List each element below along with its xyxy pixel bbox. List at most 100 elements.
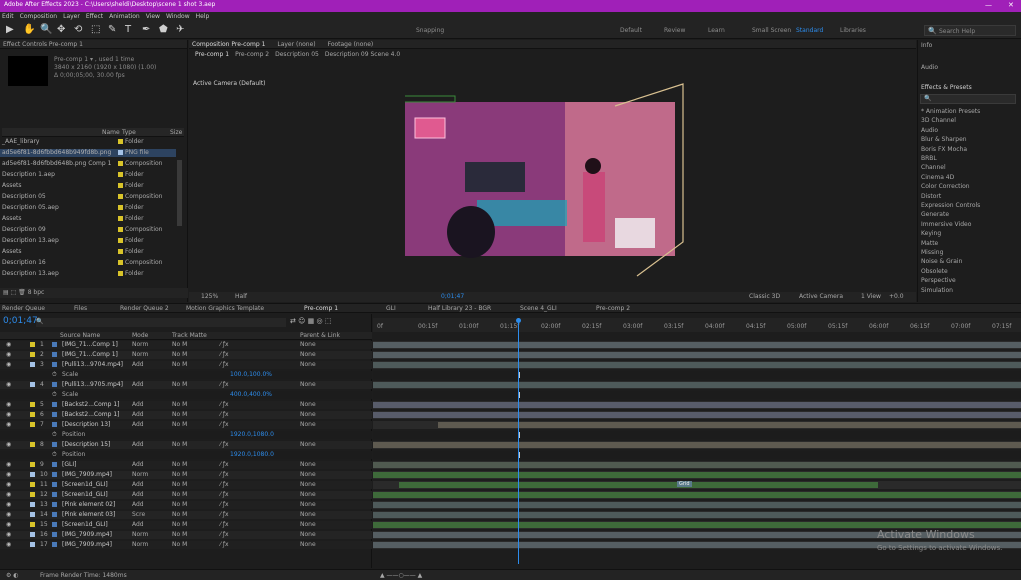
layer-duration-bar[interactable] (437, 422, 1021, 428)
project-list-item[interactable]: Description 1.aep Folder (0, 171, 176, 179)
type-tool-icon[interactable]: T (125, 24, 131, 36)
column-mode[interactable]: Mode (132, 332, 148, 339)
visibility-eye-icon[interactable]: ◉ (6, 421, 11, 428)
visibility-eye-icon[interactable]: ◉ (6, 401, 11, 408)
info-panel-tab[interactable]: Info (921, 42, 932, 49)
layer-track-matte[interactable]: No M (172, 501, 187, 508)
layer-track-matte[interactable]: No M (172, 381, 187, 388)
composition-viewer[interactable] (405, 82, 685, 282)
layer-row[interactable]: ◉ 17 [IMG_7909.mp4] Norm No M ⁄ ƒx None (0, 541, 372, 549)
layer-mode-dropdown[interactable]: Norm (132, 351, 148, 358)
layer-name[interactable]: [Pulli13...9705.mp4] (62, 381, 123, 388)
project-list-item[interactable]: Assets Folder (0, 182, 176, 190)
layer-parent-dropdown[interactable]: None (300, 441, 316, 448)
layer-track-matte[interactable]: No M (172, 521, 187, 528)
layer-row[interactable]: ◉ 1 [IMG_71...Comp 1] Norm No M ⁄ ƒx None (0, 341, 372, 349)
shy-icon[interactable]: ☺ (298, 317, 308, 325)
layer-parent-dropdown[interactable]: None (300, 381, 316, 388)
layer-name[interactable]: [IMG_71...Comp 1] (62, 341, 118, 348)
stamp-tool-icon[interactable]: ⬟ (159, 24, 168, 36)
brush-tool-icon[interactable]: ✒ (142, 24, 150, 36)
layer-bar-marker[interactable]: Grid (677, 481, 692, 487)
menu-item-window[interactable]: Window (166, 13, 190, 20)
zoom-dropdown[interactable]: 125% (201, 293, 218, 300)
playhead-handle[interactable] (516, 318, 521, 323)
project-list-item[interactable]: Description 13.aep Folder (0, 270, 176, 278)
layer-switches[interactable]: ⁄ ƒx (220, 361, 229, 368)
timeline-tab[interactable]: Scene 4_GLI (520, 305, 557, 312)
stopwatch-icon[interactable]: ⏱ (52, 371, 57, 379)
timeline-tab[interactable]: Pre-comp 1 (304, 305, 338, 312)
effects-category[interactable]: Noise & Grain (921, 258, 962, 265)
project-tab[interactable]: Effect Controls Pre-comp 1 (0, 40, 187, 49)
breadcrumb-item[interactable]: Pre-comp 2 (235, 51, 269, 58)
tab-layer[interactable]: Layer (none) (277, 41, 315, 48)
visibility-eye-icon[interactable]: ◉ (6, 501, 11, 508)
zoom-tool-icon[interactable]: 🔍 (40, 24, 52, 36)
effects-presets-tab[interactable]: Effects & Presets (921, 84, 972, 91)
layer-switches[interactable]: ⁄ ƒx (220, 491, 229, 498)
layer-name[interactable]: [GLI] (62, 461, 76, 468)
bpc-label[interactable]: 8 bpc (28, 289, 45, 296)
motion-blur-icon[interactable]: ◎ (316, 317, 324, 325)
layer-row[interactable]: ◉ 12 [Screen1d_GLI] Add No M ⁄ ƒx None (0, 491, 372, 499)
property-value[interactable]: 1920.0,1080.0 (230, 451, 274, 458)
layer-switches[interactable]: ⁄ ƒx (220, 461, 229, 468)
visibility-eye-icon[interactable]: ◉ (6, 541, 11, 548)
layer-row[interactable]: ◉ 11 [Screen1d_GLI] Add No M ⁄ ƒx None (0, 481, 372, 489)
effects-category[interactable]: Immersive Video (921, 221, 971, 228)
tab-composition[interactable]: Composition Pre-comp 1 (192, 41, 265, 48)
menu-item-effect[interactable]: Effect (86, 13, 103, 20)
layer-label-color[interactable] (30, 422, 35, 427)
project-scrollbar[interactable] (177, 160, 182, 226)
layer-mode-dropdown[interactable]: Add (132, 361, 144, 368)
timeline-timecode[interactable]: 0;01;47 (3, 316, 38, 326)
menu-item-layer[interactable]: Layer (63, 13, 80, 20)
trash-icon[interactable]: 🗑 (18, 289, 28, 296)
visibility-eye-icon[interactable]: ◉ (6, 361, 11, 368)
layer-switches[interactable]: ⁄ ƒx (220, 401, 229, 408)
zoom-slider[interactable]: ▲ ——○—— ▲ (380, 572, 422, 579)
timeline-tab[interactable]: GLI (386, 305, 396, 312)
layer-name[interactable]: [IMG_71...Comp 1] (62, 351, 118, 358)
layer-track-matte[interactable]: No M (172, 491, 187, 498)
layer-name[interactable]: [IMG_7909.mp4] (62, 531, 112, 538)
workspace-review[interactable]: Review (664, 27, 685, 34)
workspace-standard[interactable]: Standard (796, 27, 823, 34)
timeline-tab[interactable]: Half Library 23 - BGR (428, 305, 491, 312)
layer-duration-bar[interactable] (373, 492, 1021, 498)
layer-parent-dropdown[interactable]: None (300, 491, 316, 498)
timeline-search-input[interactable]: 🔍 (36, 318, 286, 327)
breadcrumb-item[interactable]: Description 05 (275, 51, 319, 58)
project-list-item[interactable]: ad5e6f81-8d6fbbd648b.png Comp 1 Compositi… (0, 160, 176, 168)
layer-switches[interactable]: ⁄ ƒx (220, 501, 229, 508)
layer-duration-bar[interactable] (373, 472, 1021, 478)
layer-track-matte[interactable]: No M (172, 541, 187, 548)
layer-mode-dropdown[interactable]: Add (132, 411, 144, 418)
layer-label-color[interactable] (30, 462, 35, 467)
effects-category[interactable]: Perspective (921, 277, 956, 284)
visibility-eye-icon[interactable]: ◉ (6, 461, 11, 468)
layer-name[interactable]: [IMG_7909.mp4] (62, 541, 112, 548)
effects-category[interactable]: Missing (921, 249, 943, 256)
view-dropdown[interactable]: 1 View (861, 293, 881, 300)
layer-row[interactable]: ◉ 2 [IMG_71...Comp 1] Norm No M ⁄ ƒx None (0, 351, 372, 359)
effects-category[interactable]: Keying (921, 230, 941, 237)
layer-label-color[interactable] (30, 542, 35, 547)
layer-label-color[interactable] (30, 522, 35, 527)
layer-duration-bar[interactable] (373, 382, 1021, 388)
layer-track-matte[interactable]: No M (172, 411, 187, 418)
layer-name[interactable]: [Pink element 02] (62, 501, 115, 508)
effects-category[interactable]: Simulation (921, 287, 953, 294)
layer-track-matte[interactable]: No M (172, 481, 187, 488)
effects-category[interactable]: Audio (921, 127, 938, 134)
breadcrumb-item[interactable]: Description 09 Scene 4.0 (325, 51, 400, 58)
orbit-tool-icon[interactable]: ✥ (57, 24, 65, 36)
column-track-matte[interactable]: Track Matte (172, 332, 207, 339)
layer-parent-dropdown[interactable]: None (300, 401, 316, 408)
effects-category[interactable]: Generate (921, 211, 949, 218)
effects-category[interactable]: 3D Channel (921, 117, 956, 124)
layer-track-matte[interactable]: No M (172, 421, 187, 428)
visibility-eye-icon[interactable]: ◉ (6, 411, 11, 418)
visibility-eye-icon[interactable]: ◉ (6, 441, 11, 448)
